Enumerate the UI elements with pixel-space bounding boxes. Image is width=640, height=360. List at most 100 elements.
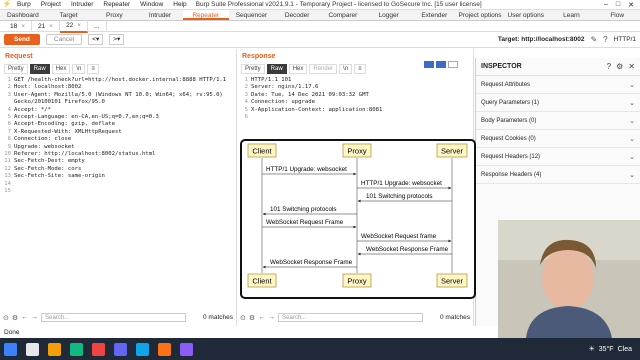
tab-dashboard[interactable]: Dashboard — [0, 10, 46, 20]
subtab-22[interactable]: 22 × — [60, 19, 89, 33]
raw-button[interactable]: Raw — [29, 64, 50, 74]
layout-single-icon[interactable] — [448, 61, 458, 68]
subtab-18[interactable]: 18 × — [4, 20, 33, 32]
window-title: Burp Suite Professional v2021.9.1 - Temp… — [195, 1, 482, 8]
menu-project[interactable]: Project — [36, 0, 66, 10]
close-icon[interactable]: × — [49, 23, 53, 30]
maximize-icon[interactable]: □ — [616, 1, 620, 9]
inspector-row-request-cookies[interactable]: Request Cookies (0) ⌄ — [476, 130, 640, 148]
tab-logger[interactable]: Logger — [366, 10, 412, 20]
inspector-row-label: Request Cookies (0) — [481, 135, 536, 142]
app-icon[interactable] — [114, 342, 127, 356]
inspector-row-query-parameters[interactable]: Query Parameters (1) ⌄ — [476, 94, 640, 112]
message-ws-response-proxy-client: WebSocket Response Frame — [262, 259, 357, 269]
tab-intruder[interactable]: Intruder — [137, 10, 183, 20]
close-icon[interactable]: × — [21, 23, 25, 30]
question-icon[interactable]: ? — [603, 35, 607, 44]
code-line: 10 Referer: http://localhost:8002/status.… — [2, 151, 236, 158]
chrome-icon[interactable] — [70, 342, 83, 356]
hex-button[interactable]: Hex — [288, 64, 308, 74]
menu-help[interactable]: Help — [168, 0, 191, 10]
tab-extender[interactable]: Extender — [411, 10, 457, 20]
menu-intruder[interactable]: Intruder — [66, 0, 98, 10]
message-label: WebSocket Request Frame — [266, 219, 344, 226]
pretty-button[interactable]: Pretty — [241, 64, 265, 74]
tab-user-options[interactable]: User options — [503, 10, 549, 20]
render-button[interactable]: Render — [309, 64, 338, 74]
settings-icon[interactable]: ⚙ — [616, 62, 623, 71]
layout-toggle — [424, 61, 458, 68]
close-icon[interactable]: ✕ — [628, 62, 635, 71]
hex-button[interactable]: Hex — [51, 64, 71, 74]
arrow-left-icon[interactable]: ← — [258, 314, 265, 321]
minimize-icon[interactable]: – — [604, 1, 608, 9]
raw-button[interactable]: Raw — [266, 64, 287, 74]
tab-decoder[interactable]: Decoder — [274, 10, 320, 20]
inspector-row-response-headers[interactable]: Response Headers (4) ⌄ — [476, 166, 640, 184]
help-icon[interactable]: ⊙ — [3, 314, 9, 322]
burp-taskbar-icon[interactable] — [158, 342, 171, 356]
next-button[interactable]: >▾ — [109, 34, 125, 45]
settings-icon[interactable]: ⚙ — [249, 314, 255, 322]
request-editor[interactable]: 1 GET /health-check?url=http://host.docke… — [0, 76, 236, 196]
code-line: 14 — [2, 181, 236, 188]
send-button[interactable]: Send — [4, 34, 40, 45]
line-number: 14 — [4, 180, 11, 187]
file-explorer-icon[interactable] — [48, 342, 61, 356]
request-search-input[interactable]: Search... — [41, 313, 187, 322]
pretty-button[interactable]: Pretty — [4, 64, 28, 74]
inspector-row-request-headers[interactable]: Request Headers (12) ⌄ — [476, 148, 640, 166]
message-ws-request-client-proxy: WebSocket Request Frame — [262, 219, 357, 229]
menu-icon[interactable]: ≡ — [87, 64, 99, 74]
tab-target[interactable]: Target — [46, 10, 92, 20]
inspector-row-request-attributes[interactable]: Request Attributes ⌄ — [476, 76, 640, 94]
inspector-row-body-parameters[interactable]: Body Parameters (0) ⌄ — [476, 112, 640, 130]
settings-icon[interactable]: ⚙ — [12, 314, 18, 322]
tab-flow[interactable]: Flow — [594, 10, 640, 20]
help-icon[interactable]: ⊙ — [240, 314, 246, 322]
menu-repeater[interactable]: Repeater — [98, 0, 135, 10]
close-icon[interactable]: ✕ — [628, 1, 634, 9]
start-icon[interactable] — [4, 342, 17, 356]
subtab-more[interactable]: ... — [88, 20, 107, 32]
help-icon[interactable]: ? — [607, 62, 611, 71]
webcam-overlay — [498, 220, 640, 338]
repeater-toolbar: Send Cancel <▾ >▾ Target: http://localho… — [0, 32, 640, 48]
tab-repeater[interactable]: Repeater — [182, 10, 229, 20]
line-text: Server: nginx/1.17.6 — [251, 84, 319, 91]
arrow-right-icon[interactable]: → — [268, 314, 275, 321]
arrow-left-icon[interactable]: ← — [21, 314, 28, 321]
newline-toggle[interactable]: \n — [339, 64, 353, 74]
line-number: 15 — [4, 188, 11, 195]
tab-learn[interactable]: Learn — [549, 10, 595, 20]
app-icon[interactable] — [92, 342, 105, 356]
line-text: X-Requested-With: XMLHttpRequest — [14, 128, 122, 135]
vscode-icon[interactable] — [136, 342, 149, 356]
prev-button[interactable]: <▾ — [88, 34, 104, 45]
tab-proxy[interactable]: Proxy — [91, 10, 137, 20]
arrow-right-icon[interactable]: → — [31, 314, 38, 321]
menu-icon[interactable]: ≡ — [354, 64, 366, 74]
message-label: 101 Switching protocols — [270, 206, 337, 213]
taskbar: ☀ 35°F Clea — [0, 338, 640, 360]
search-icon[interactable] — [26, 342, 39, 356]
layout-split-icon[interactable] — [424, 61, 434, 68]
chevron-down-icon: ▾ — [117, 36, 121, 43]
newline-toggle[interactable]: \n — [72, 64, 86, 74]
layout-stack-icon[interactable] — [436, 61, 446, 68]
tab-comparer[interactable]: Comparer — [320, 10, 366, 20]
menu-window[interactable]: Window — [135, 0, 168, 10]
cancel-button[interactable]: Cancel — [45, 34, 83, 45]
line-text: Connection: upgrade — [251, 99, 315, 106]
pencil-icon[interactable]: ✎ — [590, 35, 597, 44]
tab-project-options[interactable]: Project options — [457, 10, 503, 20]
menu-burp[interactable]: Burp — [12, 0, 36, 10]
app-icon[interactable] — [180, 342, 193, 356]
http-version-select[interactable]: HTTP/1 — [614, 36, 636, 43]
response-search-input[interactable]: Search... — [278, 313, 424, 322]
subtab-21[interactable]: 21 × — [32, 20, 61, 32]
close-icon[interactable]: × — [77, 22, 81, 29]
line-text: X-Application-Context: application:8081 — [251, 106, 383, 113]
response-editor[interactable]: 1 HTTP/1.1 101 2 Server: nginx/1.17.6 3 Date:… — [237, 76, 473, 121]
tab-sequencer[interactable]: Sequencer — [229, 10, 275, 20]
